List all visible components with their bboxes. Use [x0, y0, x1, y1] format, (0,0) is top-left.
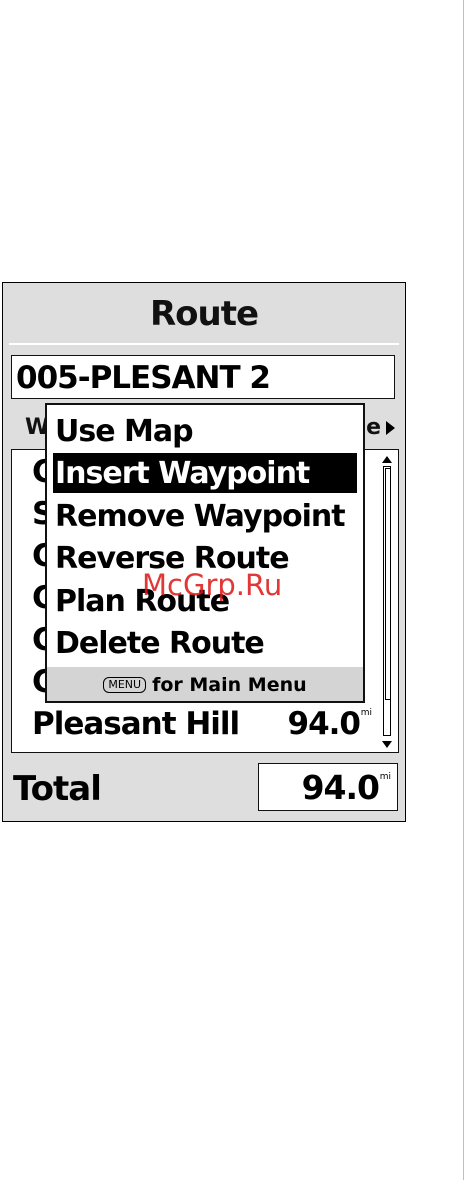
scrollbar[interactable] — [382, 456, 392, 748]
menu-item-label: Insert Waypoint — [55, 456, 310, 491]
total-distance-value: 94.0 — [301, 768, 380, 807]
menu-item-label: Delete Route — [55, 626, 265, 661]
gps-screen: Route 005-PLESANT 2 W e C S C C C C Plea… — [2, 282, 406, 822]
menu-item-insert-waypoint[interactable]: Insert Waypoint — [53, 453, 357, 493]
menu-item-use-map[interactable]: Use Map — [53, 411, 357, 451]
menu-footer-text: for Main Menu — [152, 674, 307, 696]
menu-item-label: Use Map — [55, 414, 194, 449]
list-item[interactable]: Pleasant Hill 94.0 mi — [12, 702, 378, 746]
distance-column-label: e — [366, 415, 381, 440]
total-label: Total — [13, 769, 102, 809]
menu-item-remove-waypoint[interactable]: Remove Waypoint — [53, 496, 357, 536]
scroll-thumb[interactable] — [385, 468, 391, 700]
scroll-up-arrow-icon[interactable] — [382, 456, 392, 463]
scroll-track[interactable] — [383, 466, 391, 736]
page-title: Route — [149, 294, 259, 334]
chevron-right-icon[interactable] — [386, 421, 395, 435]
menu-key-icon: MENU — [103, 677, 147, 693]
total-distance-unit: mi — [379, 772, 391, 782]
route-name-value: 005-PLESANT 2 — [16, 360, 271, 396]
scroll-down-arrow-icon[interactable] — [382, 741, 392, 748]
options-menu: Use Map Insert Waypoint Remove Waypoint … — [45, 403, 365, 703]
route-name-field[interactable]: 005-PLESANT 2 — [11, 355, 395, 399]
waypoint-name: Pleasant Hill — [32, 706, 240, 742]
menu-item-delete-route[interactable]: Delete Route — [53, 623, 357, 663]
watermark: McGrp.Ru — [142, 568, 283, 602]
total-distance-field: 94.0 mi — [258, 763, 398, 811]
title-divider — [9, 343, 399, 345]
distance-unit: mi — [360, 708, 372, 718]
page-divider — [463, 0, 464, 1180]
menu-footer-hint: MENU for Main Menu — [47, 667, 363, 701]
menu-item-label: Remove Waypoint — [55, 499, 346, 534]
waypoint-distance: 94.0 — [287, 706, 361, 742]
